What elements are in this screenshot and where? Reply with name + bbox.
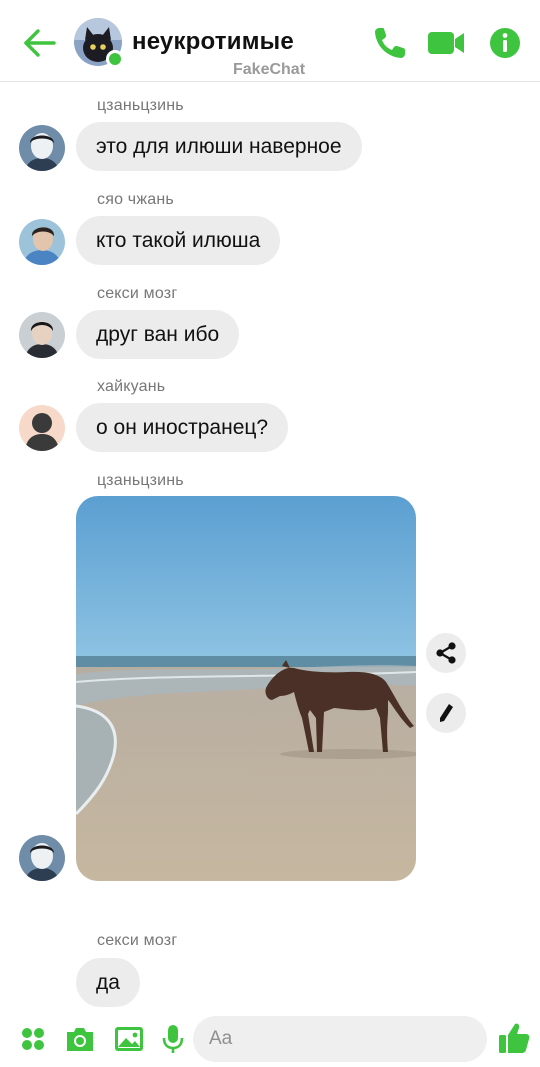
message-bubble[interactable]: друг ван ибо (76, 310, 240, 359)
sender-name: цзаньцзинь (97, 97, 184, 114)
sender-name: сяо чжань (97, 191, 174, 208)
chat-title[interactable]: неукротимые (132, 28, 294, 56)
video-camera-icon (428, 32, 464, 54)
info-button[interactable] (488, 24, 528, 62)
group-avatar[interactable] (74, 18, 124, 68)
camera-icon (67, 1028, 93, 1051)
sender-name: хайкуань (97, 378, 166, 395)
gallery-button[interactable] (112, 1022, 146, 1056)
avatar[interactable] (19, 312, 65, 358)
edit-button[interactable] (426, 693, 466, 733)
share-button[interactable] (426, 633, 466, 673)
grid-dots-icon (22, 1028, 44, 1050)
avatar[interactable] (19, 125, 65, 171)
info-icon (490, 28, 520, 58)
avatar[interactable] (19, 835, 65, 881)
sender-name: секси мозг (97, 932, 178, 949)
like-button[interactable] (496, 1020, 532, 1054)
phone-icon (375, 28, 405, 58)
avatar[interactable] (19, 219, 65, 265)
microphone-icon (162, 1025, 184, 1053)
message-bubble[interactable]: кто такой илюша (76, 216, 281, 265)
call-button[interactable] (370, 24, 410, 62)
voice-button[interactable] (156, 1022, 190, 1056)
back-button[interactable] (22, 26, 58, 60)
pencil-icon (440, 704, 453, 722)
message-bubble[interactable]: да (76, 958, 140, 1007)
sender-name: секси мозг (97, 285, 178, 302)
camera-button[interactable] (63, 1022, 97, 1056)
message-input[interactable] (193, 1016, 487, 1062)
thumbs-up-icon (499, 1023, 530, 1053)
horse-on-beach-photo (76, 496, 416, 881)
avatar[interactable] (19, 405, 65, 451)
message-bubble[interactable]: это для илюши наверное (76, 122, 362, 171)
video-call-button[interactable] (426, 24, 468, 62)
chat-header: неукротимые FakeChat (0, 0, 540, 82)
online-status-dot (106, 50, 124, 68)
message-bubble[interactable]: о он иностранец? (76, 403, 289, 452)
apps-button[interactable] (16, 1022, 50, 1056)
image-icon (115, 1027, 143, 1051)
brand-label: FakeChat (233, 61, 306, 78)
share-icon (436, 642, 456, 664)
arrow-left-icon (24, 29, 56, 57)
chat-screen: неукротимые FakeChat цзаньцзинь это для … (0, 0, 540, 1067)
photo-message[interactable] (76, 496, 416, 881)
sender-name: цзаньцзинь (97, 472, 184, 489)
